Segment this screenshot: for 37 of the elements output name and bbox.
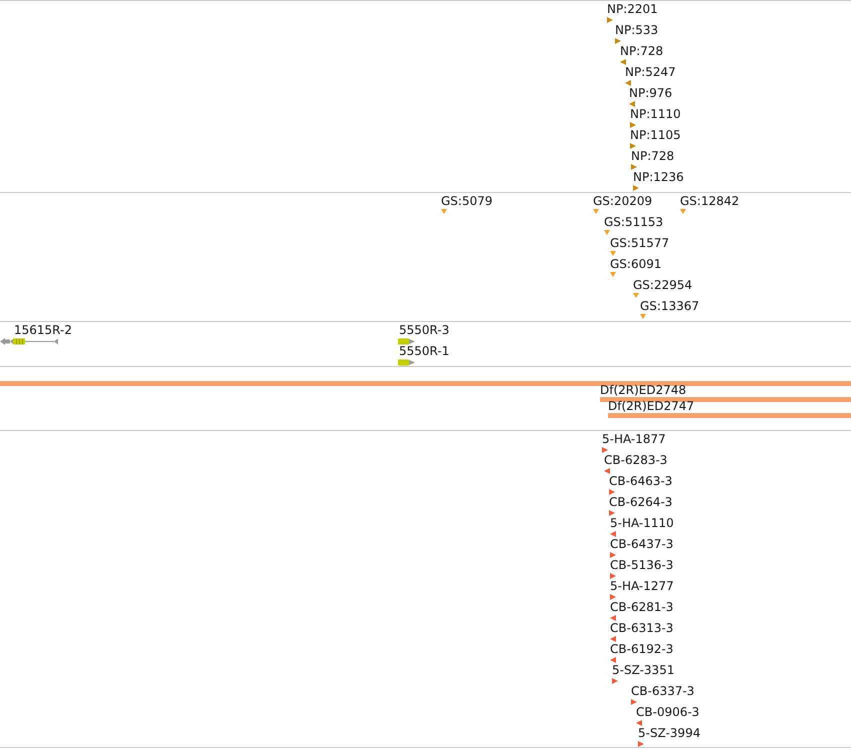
feature-label: CB-6337-3 xyxy=(631,684,694,698)
feature-label: CB-6437-3 xyxy=(610,537,674,551)
feature-label: CB-5136-3 xyxy=(610,558,674,572)
feature-label: GS:51577 xyxy=(610,236,670,250)
feature-label: 5-SZ-3994 xyxy=(638,726,700,740)
feature-label: Df(2R)ED2747 xyxy=(608,400,696,413)
feature-label: NP:1110 xyxy=(630,107,681,121)
feature-label: NP:728 xyxy=(631,149,674,163)
feature-label: CB-0906-3 xyxy=(636,705,700,719)
feature-label: NP:728 xyxy=(620,44,664,58)
feature-label: NP:533 xyxy=(615,23,658,37)
feature-label: GS:20209 xyxy=(593,194,652,208)
feature-label: CB-6192-3 xyxy=(610,642,674,656)
feature-label: GS:12842 xyxy=(680,194,740,208)
feature-label: 5550R-1 xyxy=(399,344,450,358)
feature-label: 5-HA-1110 xyxy=(610,516,674,530)
feature-label: GS:13367 xyxy=(640,299,700,313)
feature-label: GS:51153 xyxy=(604,215,664,229)
feature-label: NP:1236 xyxy=(633,170,684,184)
feature-label: CB-6281-3 xyxy=(610,600,674,614)
feature-label: 5-SZ-3351 xyxy=(612,663,674,677)
feature-label: CB-6264-3 xyxy=(609,495,672,509)
feature-label: Df(2R)ED2748 xyxy=(600,384,688,397)
feature-label: NP:5247 xyxy=(625,65,676,79)
feature-label: GS:22954 xyxy=(633,278,692,292)
feature-label: CB-6283-3 xyxy=(604,453,668,467)
feature-label: CB-6463-3 xyxy=(609,474,672,488)
feature-label: GS:6091 xyxy=(610,257,662,271)
feature-label: 5-HA-1877 xyxy=(602,432,666,446)
feature-label: 15615R-2 xyxy=(14,323,72,337)
feature-label: 5550R-3 xyxy=(399,323,450,337)
feature-label: GS:5079 xyxy=(441,194,492,208)
feature-label: 5-HA-1277 xyxy=(610,579,674,593)
feature-label: CB-6313-3 xyxy=(610,621,674,635)
feature-label: NP:976 xyxy=(629,86,672,100)
feature-label: NP:1105 xyxy=(630,128,681,142)
feature-label: NP:2201 xyxy=(607,2,658,16)
